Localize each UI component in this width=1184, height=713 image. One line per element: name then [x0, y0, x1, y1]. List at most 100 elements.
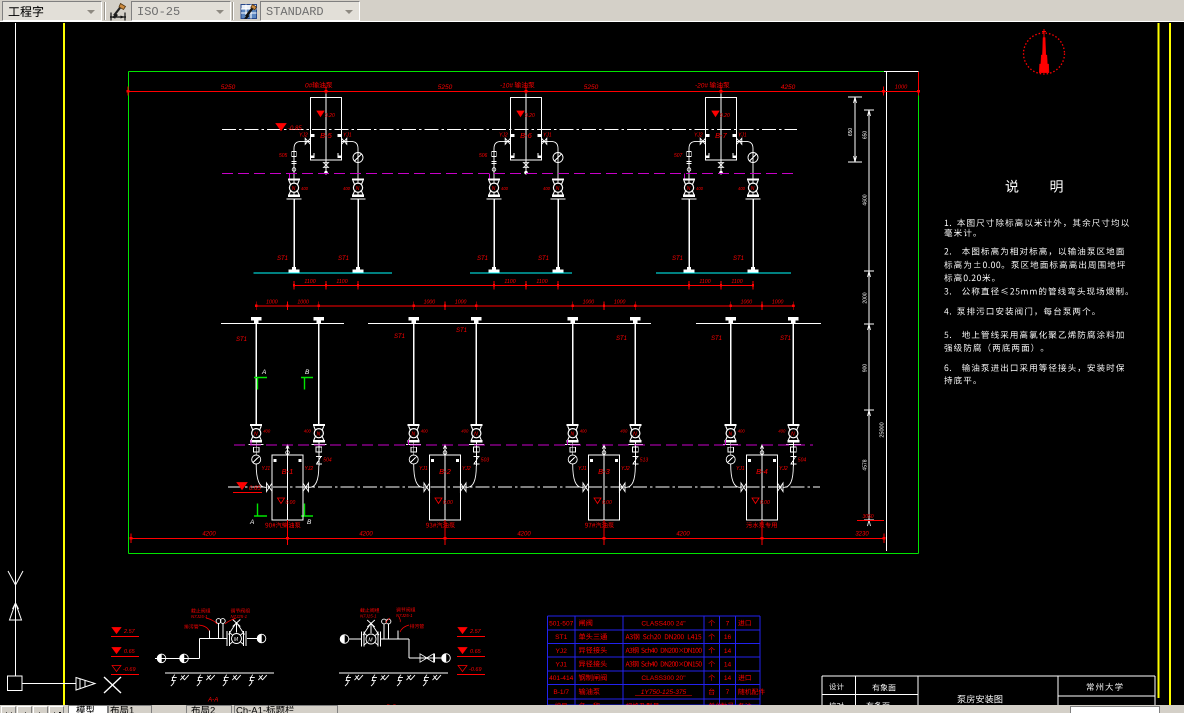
svg-text:N: N: [687, 186, 691, 192]
svg-text:0.20: 0.20: [325, 113, 335, 119]
svg-text:400: 400: [778, 429, 786, 434]
svg-text:YJ2: YJ2: [299, 133, 308, 139]
svg-text:4200: 4200: [517, 532, 531, 538]
svg-text:N7J25-1: N7J25-1: [396, 613, 413, 618]
svg-text:400: 400: [738, 186, 746, 191]
svg-text:900: 900: [863, 364, 869, 373]
svg-text:650: 650: [848, 128, 854, 137]
svg-text:ST1: ST1: [780, 336, 791, 342]
svg-text:2.57: 2.57: [469, 629, 482, 635]
svg-text:ST1: ST1: [277, 256, 288, 262]
svg-text:1000: 1000: [614, 300, 626, 306]
svg-text:5250: 5250: [438, 84, 453, 91]
svg-text:YJ1: YJ1: [556, 662, 568, 669]
svg-text:2000: 2000: [863, 292, 869, 303]
svg-text:CLASS400 24": CLASS400 24": [641, 621, 686, 628]
svg-text:B-7: B-7: [715, 131, 728, 140]
svg-text:YJ2: YJ2: [556, 648, 568, 655]
svg-text:B-1: B-1: [282, 467, 294, 476]
svg-text:N7J15-1: N7J15-1: [191, 614, 208, 619]
svg-text:B-1/7: B-1/7: [553, 689, 569, 696]
svg-text:400: 400: [421, 429, 429, 434]
svg-text:-0.69: -0.69: [469, 667, 482, 673]
svg-text:YJ2: YJ2: [694, 133, 703, 139]
svg-text:YJ1: YJ1: [543, 133, 552, 139]
svg-text:N: N: [254, 431, 258, 437]
svg-text:3050: 3050: [862, 514, 873, 520]
svg-text:16: 16: [724, 634, 732, 641]
svg-text:N: N: [751, 186, 755, 192]
svg-text:400: 400: [263, 429, 271, 434]
svg-text:4250: 4250: [781, 84, 796, 91]
svg-text:ST1: ST1: [733, 256, 744, 262]
svg-text:0.00: 0.00: [443, 500, 453, 506]
svg-text:2: 2: [210, 706, 215, 713]
svg-text:A: A: [261, 369, 266, 376]
svg-text:1000: 1000: [895, 85, 908, 91]
svg-text:B: B: [307, 519, 312, 526]
svg-text:4578: 4578: [863, 459, 869, 470]
svg-text:400: 400: [696, 186, 704, 191]
svg-text:CLASS300 20": CLASS300 20": [641, 675, 686, 682]
svg-text:400: 400: [738, 429, 746, 434]
svg-text:N7J25-1: N7J25-1: [231, 614, 248, 619]
svg-text:YJ1: YJ1: [736, 466, 745, 472]
svg-text:-0.85: -0.85: [288, 126, 302, 132]
svg-text:400: 400: [301, 186, 309, 191]
svg-text:1000: 1000: [772, 300, 784, 306]
svg-text:N: N: [492, 186, 496, 192]
svg-text:0.00: 0.00: [602, 500, 612, 506]
svg-text:14: 14: [724, 675, 732, 682]
svg-text:7: 7: [726, 689, 730, 696]
svg-text:ST1: ST1: [338, 256, 349, 262]
svg-text:1100: 1100: [336, 279, 347, 285]
svg-text:4200: 4200: [676, 532, 690, 538]
svg-text:2.57: 2.57: [123, 629, 136, 635]
svg-text:1100: 1100: [504, 279, 515, 285]
svg-text:505: 505: [279, 153, 288, 159]
svg-text:400: 400: [543, 186, 551, 191]
svg-text:25000: 25000: [880, 422, 886, 437]
svg-text:401-414: 401-414: [549, 675, 574, 682]
svg-text:YJ1: YJ1: [262, 466, 271, 472]
svg-text:ST1: ST1: [711, 336, 722, 342]
svg-text:1000: 1000: [455, 300, 467, 306]
svg-text:ST1: ST1: [236, 337, 247, 343]
svg-text:507: 507: [674, 153, 683, 159]
svg-text:5250: 5250: [584, 84, 599, 91]
svg-text:513: 513: [640, 458, 649, 464]
svg-text:ST1: ST1: [616, 336, 627, 342]
svg-text:0.00: 0.00: [760, 500, 770, 506]
svg-text:ST1: ST1: [672, 256, 683, 262]
svg-text:0#: 0#: [305, 83, 313, 90]
svg-text:ST1: ST1: [456, 328, 467, 334]
svg-text:506: 506: [479, 153, 488, 159]
svg-text:400: 400: [343, 186, 351, 191]
svg-text:YJ2: YJ2: [499, 133, 508, 139]
svg-text:1000: 1000: [297, 300, 309, 306]
svg-text:YJ2: YJ2: [779, 466, 788, 472]
svg-text:1: 1: [129, 706, 134, 713]
svg-text:7: 7: [726, 621, 730, 628]
svg-text:503: 503: [481, 458, 490, 464]
svg-text:B-4: B-4: [756, 467, 768, 476]
svg-text:N: N: [292, 186, 296, 192]
svg-text:400: 400: [461, 429, 469, 434]
svg-text:-10#: -10#: [500, 83, 513, 90]
svg-text:B-3: B-3: [598, 467, 611, 476]
svg-text:1100: 1100: [699, 279, 710, 285]
svg-text:YJ2: YJ2: [621, 466, 630, 472]
svg-text:504: 504: [798, 458, 807, 464]
svg-text:1100: 1100: [304, 279, 315, 285]
svg-text:N: N: [474, 431, 478, 437]
svg-text:YJ1: YJ1: [738, 133, 747, 139]
svg-text:-20#: -20#: [695, 83, 708, 90]
svg-text:YJ1: YJ1: [578, 466, 587, 472]
svg-text:501-507: 501-507: [549, 621, 574, 628]
svg-text:N: N: [356, 186, 360, 192]
svg-text:A: A: [249, 519, 254, 526]
svg-text:1Y750-125-375: 1Y750-125-375: [641, 689, 687, 696]
svg-text:N: N: [556, 186, 560, 192]
svg-text:0.00: 0.00: [286, 500, 296, 506]
svg-text:A-A: A-A: [207, 697, 218, 704]
